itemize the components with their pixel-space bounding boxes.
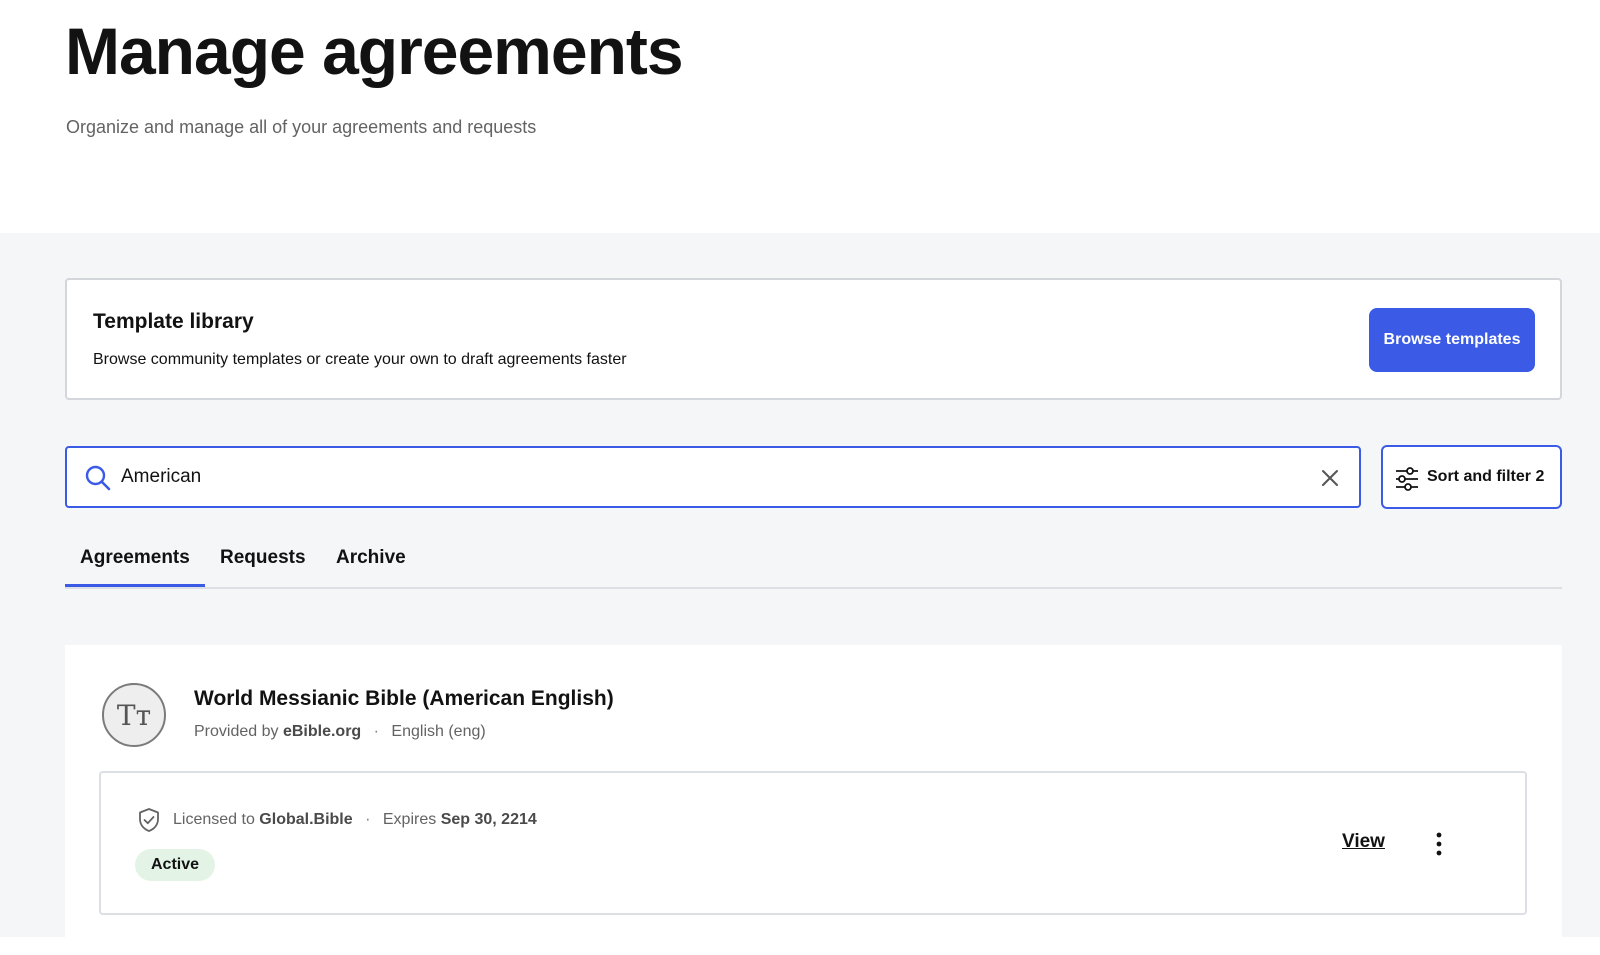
page-subtitle: Organize and manage all of your agreemen… <box>66 117 537 137</box>
tab-archive[interactable]: Archive <box>336 547 406 569</box>
search-box <box>65 446 1361 508</box>
sort-and-filter-label: Sort and filter 2 <box>1427 468 1545 485</box>
tab-bar: Agreements Requests Archive <box>65 533 1562 589</box>
page-header: Manage agreements Organize and manage al… <box>0 0 1600 233</box>
template-library-description: Browse community templates or create you… <box>93 351 627 368</box>
language-label: English (eng) <box>391 723 486 740</box>
agreement-title: World Messianic Bible (American English) <box>194 687 614 710</box>
main-content: Template library Browse community templa… <box>0 233 1600 955</box>
separator-dot: · <box>373 723 379 740</box>
provider-name: eBible.org <box>282 723 362 740</box>
provided-by-prefix: Provided by <box>194 723 279 740</box>
page-title: Manage agreements <box>65 14 684 88</box>
licensee-name: Global.Bible <box>259 811 353 828</box>
license-row: Licensed to Global.Bible · Expires Sep 3… <box>99 771 1527 915</box>
expires-date: Sep 30, 2214 <box>440 811 537 828</box>
browse-templates-button[interactable]: Browse templates <box>1369 308 1535 372</box>
expires-prefix: Expires <box>382 811 437 828</box>
tab-requests[interactable]: Requests <box>220 547 306 569</box>
licensed-to-prefix: Licensed to <box>173 811 255 828</box>
template-library-title: Template library <box>93 310 254 333</box>
license-details: Licensed to Global.Bible · Expires Sep 3… <box>173 811 537 829</box>
sort-and-filter-button[interactable]: Sort and filter 2 <box>1381 445 1562 509</box>
separator-dot: · <box>365 811 371 828</box>
search-input[interactable] <box>121 458 1271 496</box>
view-link[interactable]: View <box>1342 831 1385 853</box>
shield-check-icon <box>139 808 159 832</box>
template-library-card: Template library Browse community templa… <box>65 278 1562 400</box>
status-badge: Active <box>135 849 216 881</box>
agreement-meta: Provided by eBible.org · English (eng) <box>194 723 486 741</box>
typography-avatar: Tт <box>102 683 166 747</box>
close-icon[interactable] <box>1319 467 1341 489</box>
more-options-icon[interactable] <box>1431 831 1447 857</box>
sliders-icon <box>1396 467 1418 491</box>
tab-agreements[interactable]: Agreements <box>80 547 190 569</box>
active-tab-indicator <box>65 584 205 587</box>
search-icon <box>85 465 111 491</box>
agreement-list-item: Tт World Messianic Bible (American Engli… <box>65 645 1562 955</box>
